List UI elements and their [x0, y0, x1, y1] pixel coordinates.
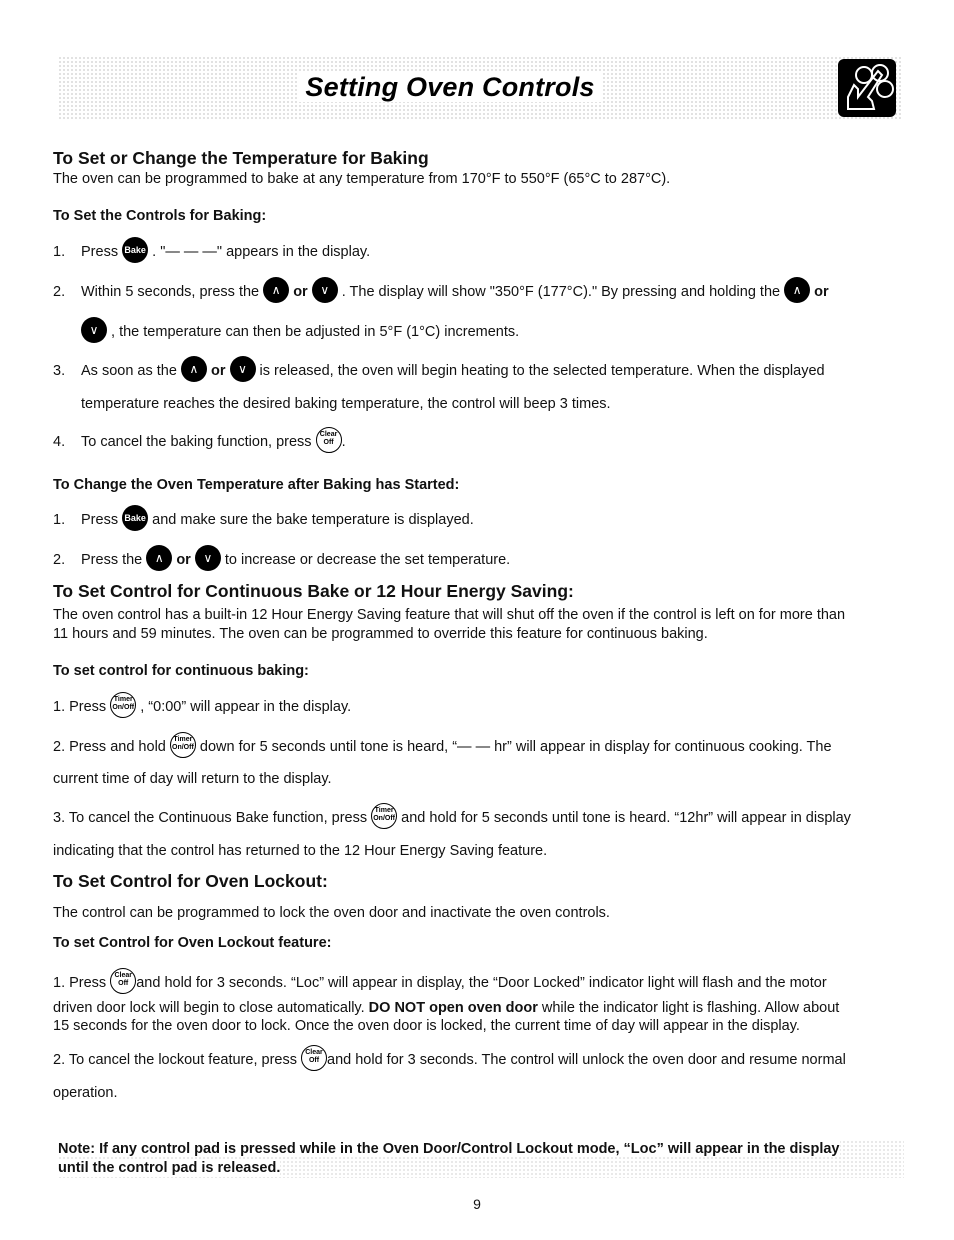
section-intro: The control can be programmed to lock th…	[53, 905, 610, 921]
down-arrow-button-icon: ∨	[81, 317, 107, 343]
clear-off-button-icon: Clear Off	[315, 427, 342, 453]
section-intro: The oven can be programmed to bake at an…	[53, 171, 671, 187]
step-1: 1. Press Bake . "— — —" appears in the di…	[53, 237, 370, 265]
subheading-lockout-feature: To set Control for Oven Lockout feature:	[53, 935, 332, 951]
step-3-continued: indicating that the control has returned…	[53, 843, 548, 859]
step-2: 2. Within 5 seconds, press the ∧ or ∨ . T…	[53, 277, 829, 305]
down-arrow-button-icon: ∨	[311, 277, 338, 303]
step-1: 1. Press Timer On/Off , “0:00” will appea…	[53, 692, 351, 720]
subheading-change-temperature: To Change the Oven Temperature after Bak…	[53, 477, 460, 493]
step-2-continued: operation.	[53, 1085, 118, 1101]
page-header-banner: Setting Oven Controls	[58, 56, 902, 120]
up-arrow-button-icon: ∧	[180, 356, 207, 382]
clear-off-button-icon: Clear Off	[110, 968, 137, 994]
up-arrow-button-icon: ∧	[263, 277, 290, 303]
subheading-set-controls: To Set the Controls for Baking:	[53, 208, 267, 224]
step-2-continued: current time of day will return to the d…	[53, 771, 332, 787]
subheading-continuous-baking: To set control for continuous baking:	[53, 663, 309, 679]
note-line-2: until the control pad is released.	[58, 1160, 281, 1176]
bake-button-icon: Bake	[122, 505, 149, 531]
up-arrow-button-icon: ∧	[146, 545, 173, 571]
down-arrow-button-icon: ∨	[194, 545, 221, 571]
page-number: 9	[473, 1196, 481, 1212]
section-heading-oven-lockout: To Set Control for Oven Lockout:	[53, 871, 328, 891]
step-4: 4. To cancel the baking function, press C…	[53, 427, 346, 455]
page-title: Setting Oven Controls	[299, 72, 601, 102]
step-2: 2. Press the ∧ or ∨ to increase or decrea…	[53, 545, 510, 573]
note-line-1: Note: If any control pad is pressed whil…	[58, 1141, 840, 1157]
down-arrow-button-icon: ∨	[229, 356, 256, 382]
clear-off-button-icon: Clear Off	[301, 1045, 327, 1071]
step-1-continued: driven door lock will begin to close aut…	[53, 1000, 840, 1016]
step-1: 1. Press Bake and make sure the bake temp…	[53, 505, 474, 533]
step-3-continued: temperature reaches the desired baking t…	[81, 396, 611, 412]
step-1: 1. Press Clear Off and hold for 3 seconds.…	[53, 968, 827, 996]
step-3: 3. To cancel the Continuous Bake functio…	[53, 803, 851, 831]
step-1-continued-2: 15 seconds for the oven door to lock. On…	[53, 1018, 800, 1034]
section-intro-line-2: 11 hours and 59 minutes. The oven can be…	[53, 626, 708, 642]
section-heading-continuous-bake: To Set Control for Continuous Bake or 12…	[53, 581, 574, 601]
step-2: 2. To cancel the lockout feature, press …	[53, 1045, 846, 1073]
timer-on-off-button-icon: Timer On/Off	[169, 732, 196, 758]
section-intro-line-1: The oven control has a built-in 12 Hour …	[53, 607, 846, 623]
up-arrow-button-icon: ∧	[784, 277, 811, 303]
timer-on-off-button-icon: Timer On/Off	[371, 803, 398, 829]
note-box: Note: If any control pad is pressed whil…	[58, 1140, 904, 1178]
step-2: 2. Press and hold Timer On/Off down for 5…	[53, 732, 832, 760]
warning-text: DO NOT open oven door	[368, 1000, 538, 1016]
bake-button-icon: Bake	[122, 237, 149, 263]
timer-on-off-button-icon: Timer On/Off	[110, 692, 137, 718]
section-heading-temperature: To Set or Change the Temperature for Bak…	[53, 148, 429, 168]
step-3: 3. As soon as the ∧ or ∨ is released, the…	[53, 356, 825, 384]
hand-pressing-buttons-icon	[838, 59, 896, 117]
step-2-continued: ∨ , the temperature can then be adjusted…	[81, 317, 519, 345]
